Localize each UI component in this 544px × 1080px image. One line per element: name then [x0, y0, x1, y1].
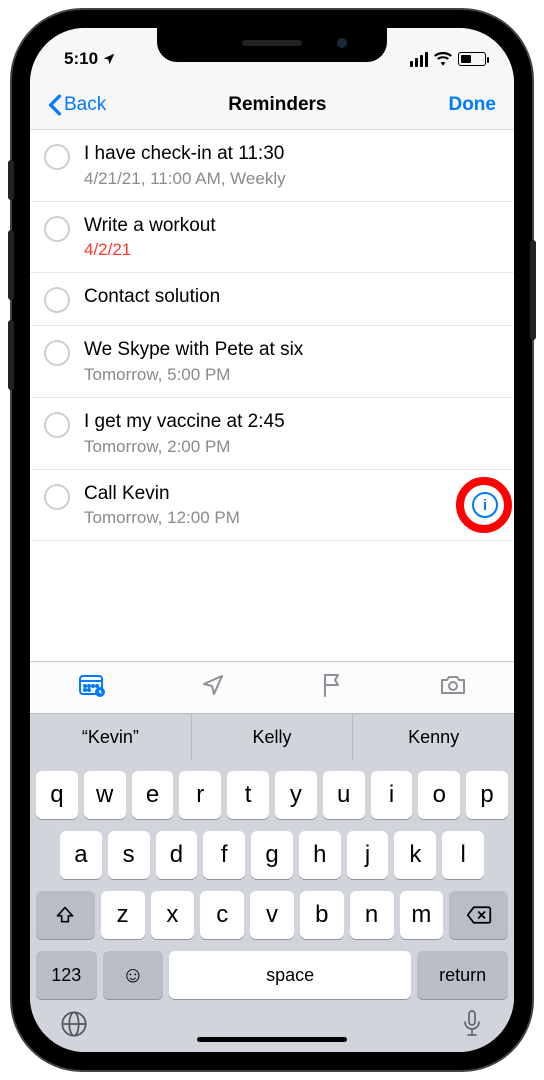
key-a[interactable]: a	[60, 831, 102, 879]
key-v[interactable]: v	[250, 891, 294, 939]
key-p[interactable]: p	[466, 771, 508, 819]
reminder-row[interactable]: Contact solution	[30, 273, 514, 326]
complete-circle[interactable]	[44, 340, 70, 366]
keyboard: qwertyuiop asdfghjkl zxcvbnm 123 ☺ space…	[30, 761, 514, 1052]
key-z[interactable]: z	[101, 891, 145, 939]
numbers-key[interactable]: 123	[36, 951, 97, 999]
key-f[interactable]: f	[203, 831, 245, 879]
key-w[interactable]: w	[84, 771, 126, 819]
reminder-subtitle: Tomorrow, 2:00 PM	[84, 437, 452, 457]
status-time: 5:10	[64, 49, 98, 69]
complete-circle[interactable]	[44, 216, 70, 242]
nav-bar: Back Reminders Done	[30, 80, 514, 130]
key-o[interactable]: o	[418, 771, 460, 819]
done-button[interactable]: Done	[448, 94, 496, 116]
reminder-title: I have check-in at 11:30	[84, 142, 452, 167]
key-r[interactable]: r	[179, 771, 221, 819]
key-h[interactable]: h	[299, 831, 341, 879]
emoji-key[interactable]: ☺	[103, 951, 164, 999]
flag-icon[interactable]	[320, 672, 344, 703]
camera-icon[interactable]	[439, 673, 467, 702]
reminder-subtitle: 4/2/21	[84, 240, 452, 260]
key-s[interactable]: s	[108, 831, 150, 879]
key-i[interactable]: i	[371, 771, 413, 819]
reminder-title: We Skype with Pete at six	[84, 338, 452, 363]
reminder-subtitle: 4/21/21, 11:00 AM, Weekly	[84, 169, 452, 189]
reminder-title: Call Kevin	[84, 482, 452, 507]
key-e[interactable]: e	[132, 771, 174, 819]
key-t[interactable]: t	[227, 771, 269, 819]
backspace-key[interactable]	[449, 891, 508, 939]
calendar-icon[interactable]	[78, 672, 106, 703]
page-title: Reminders	[228, 94, 326, 116]
suggestion-1[interactable]: “Kevin”	[30, 714, 191, 761]
reminder-subtitle: Tomorrow, 5:00 PM	[84, 365, 452, 385]
reminder-title: Contact solution	[84, 285, 452, 310]
complete-circle[interactable]	[44, 484, 70, 510]
cellular-signal-icon	[410, 52, 428, 67]
location-icon	[102, 52, 116, 66]
key-c[interactable]: c	[200, 891, 244, 939]
info-button[interactable]: i	[472, 492, 498, 518]
complete-circle[interactable]	[44, 412, 70, 438]
wifi-icon	[434, 52, 452, 66]
back-button[interactable]: Back	[48, 94, 106, 116]
back-label: Back	[64, 94, 106, 116]
complete-circle[interactable]	[44, 144, 70, 170]
key-d[interactable]: d	[156, 831, 198, 879]
key-u[interactable]: u	[323, 771, 365, 819]
home-indicator[interactable]	[197, 1037, 347, 1042]
complete-circle[interactable]	[44, 287, 70, 313]
reminder-title: I get my vaccine at 2:45	[84, 410, 452, 435]
key-q[interactable]: q	[36, 771, 78, 819]
reminder-subtitle: Tomorrow, 12:00 PM	[84, 508, 452, 528]
space-key[interactable]: space	[169, 951, 411, 999]
key-g[interactable]: g	[251, 831, 293, 879]
edit-toolbar	[30, 661, 514, 713]
key-m[interactable]: m	[400, 891, 444, 939]
reminders-list: I have check-in at 11:304/21/21, 11:00 A…	[30, 130, 514, 661]
key-x[interactable]: x	[151, 891, 195, 939]
globe-icon[interactable]	[60, 1010, 88, 1043]
location-icon[interactable]	[201, 673, 225, 702]
reminder-row[interactable]: Write a workout4/2/21	[30, 202, 514, 274]
keyboard-suggestions: “Kevin” Kelly Kenny	[30, 713, 514, 761]
key-n[interactable]: n	[350, 891, 394, 939]
suggestion-3[interactable]: Kenny	[352, 714, 514, 761]
suggestion-2[interactable]: Kelly	[191, 714, 353, 761]
reminder-row[interactable]: I get my vaccine at 2:45Tomorrow, 2:00 P…	[30, 398, 514, 470]
key-y[interactable]: y	[275, 771, 317, 819]
key-j[interactable]: j	[347, 831, 389, 879]
reminder-title: Write a workout	[84, 214, 452, 239]
return-key[interactable]: return	[417, 951, 508, 999]
battery-icon	[458, 52, 486, 66]
mic-icon[interactable]	[460, 1009, 484, 1044]
reminder-row[interactable]: Call KevinTomorrow, 12:00 PM i	[30, 470, 514, 542]
key-b[interactable]: b	[300, 891, 344, 939]
shift-key[interactable]	[36, 891, 95, 939]
reminder-row[interactable]: We Skype with Pete at sixTomorrow, 5:00 …	[30, 326, 514, 398]
key-k[interactable]: k	[394, 831, 436, 879]
chevron-left-icon	[48, 94, 62, 116]
reminder-row[interactable]: I have check-in at 11:304/21/21, 11:00 A…	[30, 130, 514, 202]
key-l[interactable]: l	[442, 831, 484, 879]
